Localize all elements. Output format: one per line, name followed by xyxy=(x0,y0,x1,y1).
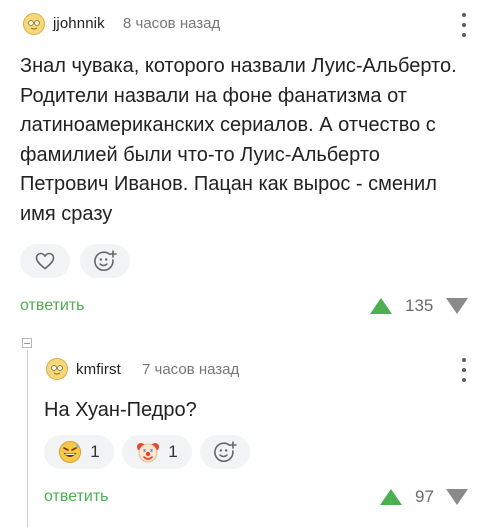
heart-icon xyxy=(35,252,55,270)
thread-line xyxy=(27,350,28,527)
reply-link[interactable]: ответить xyxy=(44,488,109,506)
add-reaction-button[interactable] xyxy=(80,244,130,278)
comment-text-line: Родители назвали на фоне фанатизма от xyxy=(20,84,407,107)
rating-count: 97 xyxy=(415,487,434,506)
comment-text-line: Петрович Иванов. Пацан как вырос - смени… xyxy=(20,173,437,195)
comment-text: Знал чувака, которого назвали Луис-Альбе… xyxy=(20,52,490,229)
comment-time: 8 часов назад xyxy=(123,15,221,32)
avatar[interactable] xyxy=(23,13,45,35)
reply-link[interactable]: ответить xyxy=(20,297,85,315)
avatar-face-icon xyxy=(28,20,40,30)
comment-text-line: имя сразу xyxy=(20,202,113,225)
like-button[interactable] xyxy=(20,244,70,278)
vote-up-icon[interactable] xyxy=(370,298,392,314)
avatar[interactable] xyxy=(46,358,68,380)
collapse-thread-button[interactable] xyxy=(22,338,32,348)
add-emoji-icon xyxy=(94,250,117,272)
add-emoji-icon xyxy=(214,441,237,463)
add-reaction-button[interactable] xyxy=(200,435,250,469)
more-options-icon[interactable] xyxy=(454,358,474,382)
vote-up-icon[interactable] xyxy=(380,489,402,505)
rating-count: 135 xyxy=(405,296,434,315)
vote-down-icon[interactable] xyxy=(446,298,468,314)
reaction-count: 1 xyxy=(168,442,178,461)
more-options-icon[interactable] xyxy=(454,13,474,37)
vote-down-icon[interactable] xyxy=(446,489,468,505)
reply-time: 7 часов назад xyxy=(142,361,240,378)
avatar-face-icon xyxy=(51,365,63,375)
username[interactable]: kmfirst xyxy=(76,361,121,378)
comment-text-line: фамилией были что-то Луис-Альберто xyxy=(20,143,380,166)
reaction-button[interactable]: 1 xyxy=(44,435,114,469)
comment-text-line: латиноамериканских сериалов. А отчество … xyxy=(20,114,436,136)
clown-emoji-icon xyxy=(137,443,160,463)
comment-text-line: Знал чувака, которого назвали Луис-Альбе… xyxy=(20,55,457,77)
grinning-sweat-emoji-icon xyxy=(59,441,82,463)
reply-text: На Хуан-Педро? xyxy=(44,399,197,421)
username[interactable]: jjohnnik xyxy=(53,15,105,32)
reaction-button[interactable]: 1 xyxy=(122,435,192,469)
reaction-count: 1 xyxy=(90,442,100,461)
